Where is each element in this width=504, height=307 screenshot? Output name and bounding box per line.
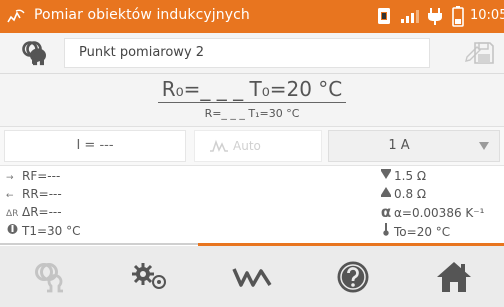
resistance-param-1: 1.5 Ω — [378, 168, 426, 185]
t0-reference: T₀=20 °C — [249, 77, 343, 101]
waveform-button[interactable] — [202, 246, 302, 307]
thermometer-icon — [378, 223, 394, 241]
rr-result: ← RR=--- — [6, 186, 62, 203]
bottom-toolbar — [0, 246, 504, 307]
delta-r-prefix: ΔR — [6, 209, 19, 219]
home-button[interactable] — [404, 246, 504, 307]
inductive-measurement-icon[interactable] — [20, 40, 50, 66]
rr-value: RR=--- — [22, 187, 62, 201]
t0-parameter: To=20 °C — [378, 223, 450, 240]
measurement-point-name: Punkt pomiarowy 2 — [79, 45, 205, 60]
auto-mode-button[interactable]: Auto — [194, 130, 322, 162]
rf-value: RF=--- — [22, 169, 61, 183]
main-result: R₀=_ _ _ T₀=20 °C — [0, 77, 504, 103]
dropdown-arrow-icon — [479, 142, 489, 150]
settings-gears-icon — [132, 262, 166, 289]
r0-label: R₀= — [161, 77, 201, 101]
arrow-left-icon: ← — [6, 191, 14, 201]
battery-icon — [452, 6, 464, 27]
resistance-param-2-value: 0.8 Ω — [394, 187, 427, 201]
help-icon — [337, 261, 369, 292]
current-range-select[interactable]: 1 A — [328, 130, 500, 162]
window-title: Pomiar obiektów indukcyjnych — [34, 7, 250, 23]
auto-mode-label: Auto — [233, 139, 261, 153]
t1-parameter: T1=30 °C — [6, 223, 80, 240]
app-logo-icon — [7, 9, 25, 23]
resistance-param-1-value: 1.5 Ω — [394, 169, 427, 183]
temperature-sensor-icon — [6, 223, 22, 242]
measurement-type-button[interactable] — [0, 246, 100, 307]
arrow-right-icon: → — [6, 173, 14, 183]
inductive-measurement-icon — [35, 262, 63, 292]
sim-card-icon — [378, 8, 390, 24]
t1-value: T1=30 °C — [22, 224, 81, 238]
parameters-panel: → RF=--- ← RR=--- ΔR ΔR=--- T1=30 °C 1.5 Ω … — [0, 166, 504, 242]
result-panel: R₀=_ _ _ T₀=20 °C R=_ _ _ T₁=30 °C — [0, 74, 504, 127]
settings-button[interactable] — [100, 246, 200, 307]
alpha-icon: α — [380, 203, 392, 221]
probe-up-icon — [378, 168, 394, 185]
home-icon — [437, 261, 471, 292]
t0-value: To=20 °C — [394, 225, 451, 239]
save-icon[interactable] — [474, 42, 494, 64]
status-bar: Pomiar obiektów indukcyjnych 10:05 — [0, 0, 504, 33]
delta-r-result: ΔR ΔR=--- — [6, 204, 62, 221]
r0-result: R₀=_ _ _ T₀=20 °C — [157, 77, 347, 103]
alpha-value: α=0.00386 K⁻¹ — [394, 206, 485, 220]
signal-strength-icon — [401, 10, 419, 23]
rf-result: → RF=--- — [6, 168, 60, 185]
power-plug-icon — [428, 8, 442, 25]
r0-value: _ _ _ — [200, 77, 244, 101]
resistance-param-2: 0.8 Ω — [378, 186, 426, 203]
current-range-value: 1 A — [388, 138, 410, 153]
measurement-point-row: Punkt pomiarowy 2 — [0, 33, 504, 74]
measured-resistance: R=_ _ _ T₁=30 °C — [204, 107, 300, 120]
help-button[interactable] — [303, 246, 403, 307]
clock: 10:05 — [470, 8, 504, 23]
test-current-readout: I = --- — [4, 130, 186, 162]
delta-r-value: ΔR=--- — [22, 205, 62, 219]
auto-signal-icon — [210, 139, 228, 152]
alpha-coefficient: α α=0.00386 K⁻¹ — [378, 203, 485, 221]
probe-down-icon — [378, 186, 394, 203]
controls-row: I = --- Auto 1 A — [0, 127, 504, 166]
waveform-icon — [232, 267, 272, 287]
measurement-point-field[interactable]: Punkt pomiarowy 2 — [64, 38, 481, 68]
